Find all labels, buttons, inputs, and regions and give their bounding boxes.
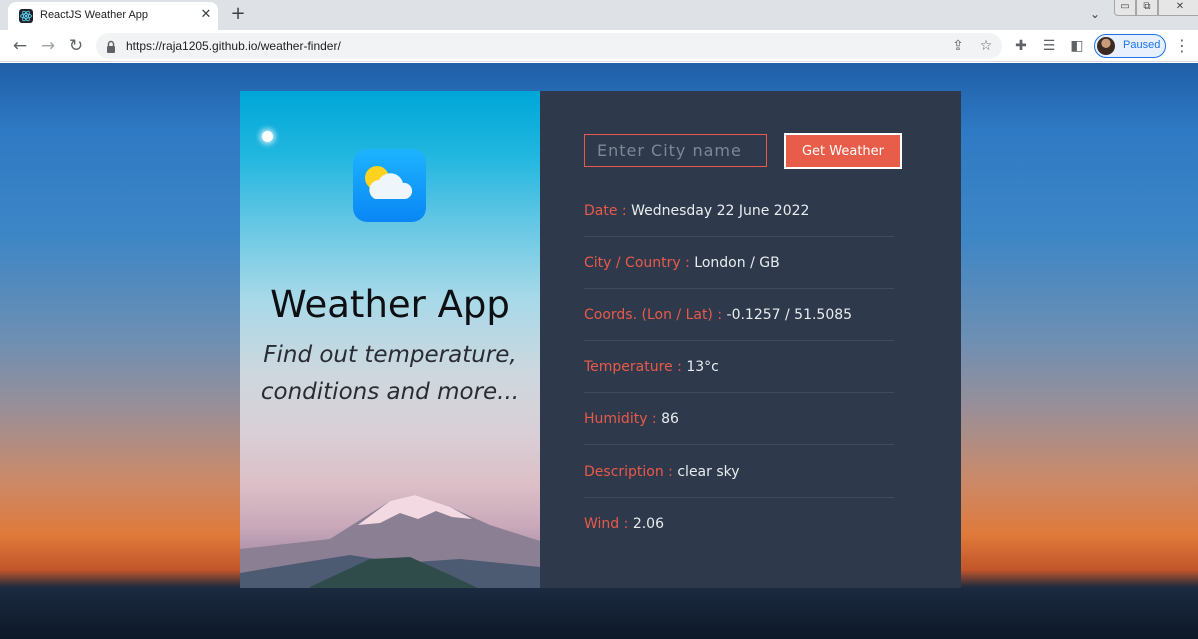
info-row-temperature: Temperature : 13°c — [584, 359, 894, 393]
info-value: Wednesday 22 June 2022 — [631, 203, 810, 219]
info-label: Humidity : — [584, 411, 662, 427]
info-row-city-country: City / Country : London / GB — [584, 255, 894, 289]
close-window-icon[interactable]: ✕ — [1158, 0, 1198, 16]
hero-panel: Weather App Find out temperature, condit… — [240, 91, 540, 609]
weather-sun-cloud-icon — [353, 149, 426, 222]
mountain-illustration — [240, 489, 540, 609]
app-subtitle: Find out temperature, conditions and mor… — [240, 337, 540, 411]
info-row-wind: Wind : 2.06 — [584, 516, 894, 550]
weather-card: Weather App Find out temperature, condit… — [240, 91, 961, 609]
info-label: Wind : — [584, 516, 633, 532]
info-label: Date : — [584, 203, 632, 219]
address-bar[interactable]: https://raja1205.github.io/weather-finde… — [96, 33, 1002, 59]
url-text[interactable]: https://raja1205.github.io/weather-finde… — [126, 39, 341, 53]
back-arrow-icon[interactable]: ← — [10, 36, 30, 56]
info-row-humidity: Humidity : 86 — [584, 411, 894, 445]
info-row-description: Description : clear sky — [584, 464, 894, 498]
info-value: 13°c — [686, 359, 719, 375]
reading-list-icon[interactable]: ☰ — [1039, 36, 1059, 56]
tab-close-icon[interactable]: ✕ — [198, 7, 214, 23]
tab-strip: ReactJS Weather App ✕ + ⌄ ▭ ⧉ ✕ — [0, 0, 1198, 30]
share-icon[interactable]: ⇪ — [948, 36, 968, 56]
restore-icon[interactable]: ⧉ — [1136, 0, 1158, 16]
app-title: Weather App — [270, 283, 510, 326]
page-background: Weather App Find out temperature, condit… — [0, 63, 1198, 639]
lock-icon[interactable] — [106, 39, 116, 53]
new-tab-button[interactable]: + — [228, 4, 248, 24]
tab-title: ReactJS Weather App — [40, 9, 149, 21]
browser-toolbar: ← → ↻ https://raja1205.github.io/weather… — [0, 30, 1198, 62]
weather-panel: Get Weather Date : Wednesday 22 June 202… — [540, 91, 961, 609]
info-label: Coords. (Lon / Lat) : — [584, 307, 727, 323]
side-panel-icon[interactable]: ◧ — [1067, 36, 1087, 56]
info-row-coords: Coords. (Lon / Lat) : -0.1257 / 51.5085 — [584, 307, 894, 341]
avatar — [1097, 37, 1115, 55]
info-value: 2.06 — [632, 516, 664, 532]
info-row-date: Date : Wednesday 22 June 2022 — [584, 203, 894, 237]
forward-arrow-icon[interactable]: → — [38, 36, 58, 56]
app-subtitle-line-1: Find out temperature, — [263, 342, 517, 368]
profile-button[interactable]: Paused — [1094, 34, 1166, 58]
info-value: -0.1257 / 51.5085 — [726, 307, 853, 323]
react-favicon-icon — [19, 9, 33, 23]
window-controls: ▭ ⧉ ✕ — [1114, 0, 1198, 16]
info-label: City / Country : — [584, 255, 695, 271]
info-label: Temperature : — [584, 359, 687, 375]
profile-status: Paused — [1123, 39, 1161, 51]
get-weather-button[interactable]: Get Weather — [784, 133, 902, 169]
more-vert-icon[interactable]: ⋮ — [1172, 36, 1192, 56]
extensions-icon[interactable]: ✚ — [1011, 36, 1031, 56]
info-value: 86 — [661, 411, 679, 427]
star-icon[interactable]: ☆ — [976, 36, 996, 56]
chevron-down-icon[interactable]: ⌄ — [1086, 5, 1104, 23]
info-value: clear sky — [677, 464, 740, 480]
browser-tab[interactable]: ReactJS Weather App ✕ — [8, 2, 218, 30]
minimize-icon[interactable]: ▭ — [1114, 0, 1136, 16]
info-label: Description : — [584, 464, 678, 480]
city-input[interactable] — [584, 134, 767, 167]
reload-icon[interactable]: ↻ — [66, 36, 86, 56]
app-subtitle-line-2: conditions and more... — [260, 379, 520, 405]
moon-decoration — [262, 131, 273, 142]
info-value: London / GB — [694, 255, 780, 271]
